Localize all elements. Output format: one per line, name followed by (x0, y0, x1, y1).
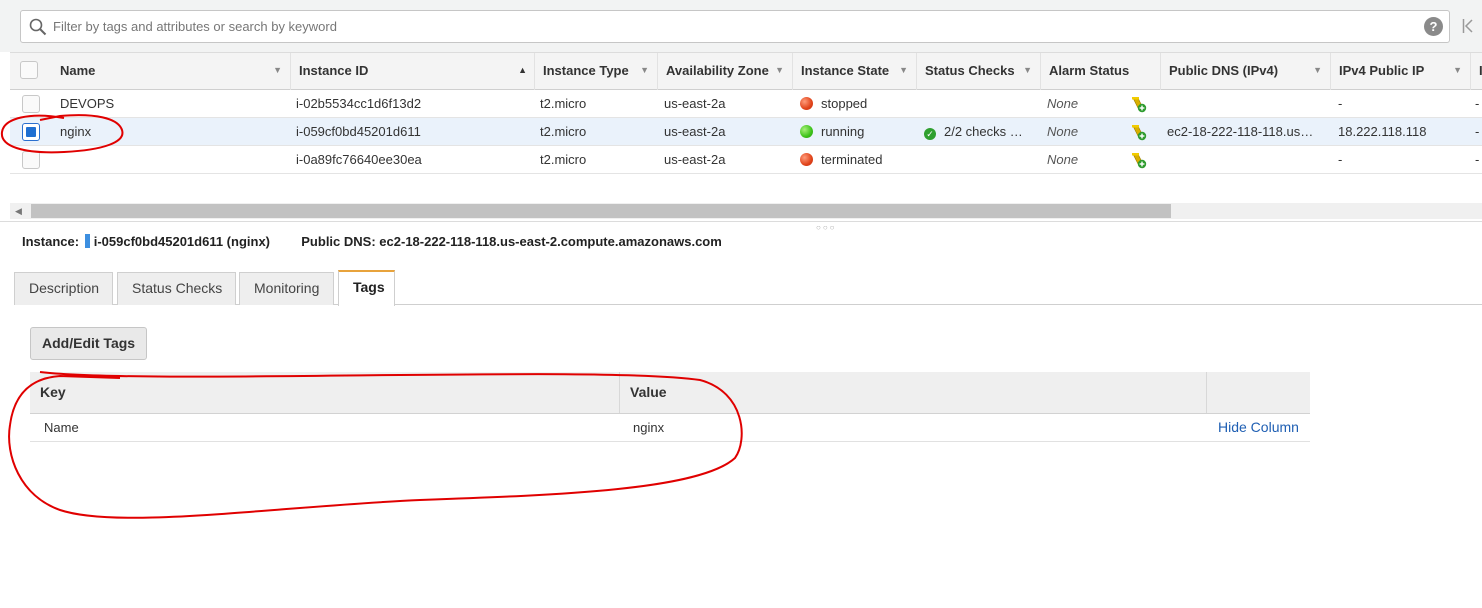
tag-key: Name (44, 420, 79, 435)
cell-status-checks: ✓ 2/2 checks … (916, 118, 1036, 146)
column-header-key: Key (40, 384, 66, 400)
cell-alarm-status: None (1047, 152, 1079, 167)
select-all-checkbox[interactable] (20, 61, 38, 79)
search-box[interactable]: ? (20, 10, 1450, 43)
tab-description[interactable]: Description (14, 272, 113, 305)
cell-public-dns (1159, 146, 1324, 174)
tag-row: Name nginx Hide Column (30, 414, 1310, 442)
cell-instance-state: terminated (792, 146, 916, 174)
hide-column-link[interactable]: Hide Column (1218, 414, 1299, 441)
cell-instance-type: t2.micro (540, 124, 587, 139)
create-alarm-icon[interactable] (1130, 124, 1147, 141)
row-checkbox[interactable] (22, 95, 40, 113)
table-row-selected[interactable]: nginx i-059cf0bd45201d611 t2.micro us-ea… (10, 118, 1482, 146)
scroll-left-icon[interactable]: ◀ (15, 206, 22, 217)
create-alarm-icon[interactable] (1130, 96, 1147, 113)
column-header-instance-id[interactable]: Instance ID ▲ (290, 53, 535, 90)
cell-alarm-status: None (1047, 124, 1079, 139)
public-dns-label: Public DNS: (301, 234, 376, 249)
cell-availability-zone: us-east-2a (664, 152, 726, 167)
cell-status-checks (916, 146, 1036, 174)
cell-instance-type: t2.micro (540, 152, 587, 167)
help-icon[interactable]: ? (1424, 17, 1443, 36)
table-header: Name ▼ Instance ID ▲ Instance Type ▼ Availa… (10, 52, 1482, 90)
state-running-icon (800, 125, 813, 138)
cell-instance-id: i-0a89fc76640ee30ea (296, 152, 422, 167)
cell-more: - (1475, 152, 1480, 167)
cell-availability-zone: us-east-2a (664, 124, 726, 139)
public-dns-value: ec2-18-222-118-118.us-east-2.compute.ama… (379, 234, 722, 249)
cell-availability-zone: us-east-2a (664, 96, 726, 111)
cell-public-dns (1159, 90, 1324, 118)
collapse-panel-icon[interactable] (1462, 17, 1474, 35)
cell-instance-id: i-059cf0bd45201d611 (296, 124, 421, 139)
cell-ipv4-public-ip: - (1338, 152, 1343, 167)
search-input[interactable] (51, 11, 1411, 42)
instance-marker (84, 234, 90, 248)
cell-public-dns: ec2-18-222-118-118.us… (1167, 124, 1314, 139)
tab-status-checks[interactable]: Status Checks (117, 272, 236, 305)
tab-tags[interactable]: Tags (338, 270, 395, 306)
instance-label: Instance: (22, 234, 80, 249)
column-header-more[interactable]: I (1470, 53, 1482, 90)
tags-table-header: Key Value (30, 372, 1310, 414)
cell-status-checks (916, 90, 1036, 118)
column-header-actions (1206, 372, 1310, 413)
column-header-availability-zone[interactable]: Availability Zone ▼ (657, 53, 792, 90)
resize-grip-icon[interactable]: ○○○ (816, 223, 837, 232)
search-icon (29, 18, 47, 36)
tag-value: nginx (633, 420, 665, 435)
instance-value: i-059cf0bd45201d611 (nginx) (93, 234, 271, 249)
cell-more: - (1475, 96, 1480, 111)
column-header-ipv4-public-ip[interactable]: IPv4 Public IP ▼ (1330, 53, 1470, 90)
column-header-instance-type[interactable]: Instance Type ▼ (534, 53, 657, 90)
checks-passed-icon: ✓ (924, 128, 936, 140)
detail-tabs: Description Status Checks Monitoring Tag… (14, 270, 1482, 306)
horizontal-scrollbar[interactable]: ◀ (10, 203, 1482, 219)
row-checkbox-checked[interactable] (22, 123, 40, 141)
cell-ipv4-public-ip: 18.222.118.118 (1338, 124, 1427, 139)
scrollbar-thumb[interactable] (31, 204, 1171, 218)
column-header-public-dns[interactable]: Public DNS (IPv4) ▼ (1160, 53, 1330, 90)
search-bar: ? (0, 0, 1482, 52)
cell-instance-id: i-02b5534cc1d6f13d2 (296, 96, 422, 111)
column-header-alarm-status[interactable]: Alarm Status (1040, 53, 1160, 90)
cell-alarm-status: None (1047, 96, 1079, 111)
column-header-name[interactable]: Name ▼ (52, 53, 290, 90)
row-checkbox[interactable] (22, 151, 40, 169)
cell-name (52, 146, 282, 174)
cell-instance-state: stopped (792, 90, 916, 118)
table-row[interactable]: i-0a89fc76640ee30ea t2.micro us-east-2a … (10, 146, 1482, 174)
cell-name: DEVOPS (60, 96, 115, 111)
column-header-instance-state[interactable]: Instance State ▼ (792, 53, 916, 90)
state-stopped-icon (800, 97, 813, 110)
cell-instance-type: t2.micro (540, 96, 587, 111)
tab-monitoring[interactable]: Monitoring (239, 272, 334, 305)
state-terminated-icon (800, 153, 813, 166)
column-header-status-checks[interactable]: Status Checks ▼ (916, 53, 1040, 90)
panel-divider (0, 221, 1482, 222)
create-alarm-icon[interactable] (1130, 152, 1147, 169)
instance-detail-bar: Instance: i-059cf0bd45201d611 (nginx) Pu… (22, 232, 722, 252)
cell-ipv4-public-ip: - (1338, 96, 1343, 111)
cell-more: - (1475, 124, 1480, 139)
add-edit-tags-button[interactable]: Add/Edit Tags (30, 327, 148, 360)
table-row[interactable]: DEVOPS i-02b5534cc1d6f13d2 t2.micro us-e… (10, 90, 1482, 118)
column-header-value: Value (619, 372, 1207, 413)
cell-instance-state: running (792, 118, 916, 146)
cell-name: nginx (60, 124, 92, 139)
